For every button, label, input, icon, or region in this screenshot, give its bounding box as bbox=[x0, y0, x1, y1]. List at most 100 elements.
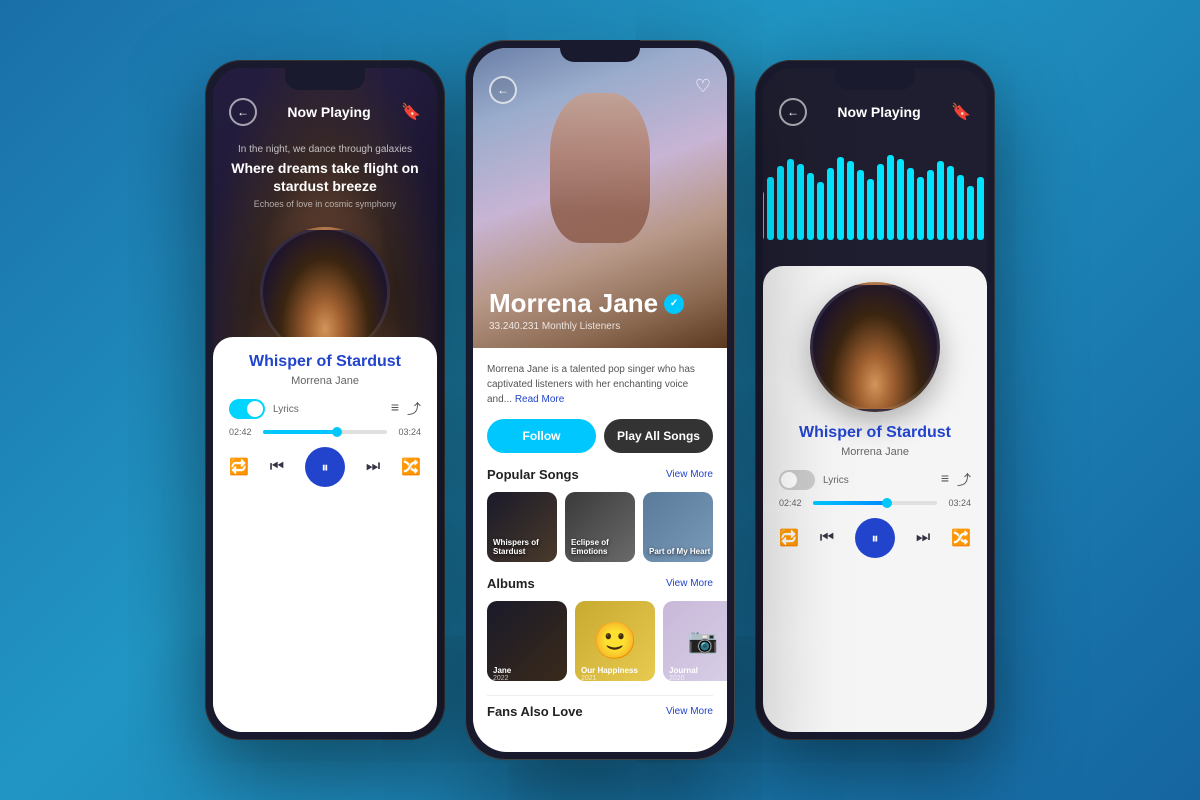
back-button-right[interactable]: ← bbox=[779, 98, 807, 126]
artist-name-text: Morrena Jane bbox=[489, 288, 658, 319]
progress-dot-left bbox=[332, 427, 342, 437]
song-title-3: Part of My Heart bbox=[649, 547, 710, 556]
waveform-bar-24 bbox=[967, 186, 974, 240]
popular-songs-title: Popular Songs bbox=[487, 467, 579, 482]
progress-row-right: 02:42 03:24 bbox=[779, 498, 971, 508]
next-button-right[interactable]: ⏭ bbox=[916, 529, 930, 547]
shuffle-button-right[interactable]: 🔀 bbox=[951, 528, 971, 548]
albums-title: Albums bbox=[487, 576, 535, 591]
lyric-line1: In the night, we dance through galaxies bbox=[229, 144, 421, 155]
player-bottom-right: Whisper of Stardust Morrena Jane Lyrics … bbox=[763, 266, 987, 732]
lyrics-label-left: Lyrics bbox=[273, 404, 299, 415]
controls-row-left: 🔁 ⏮ ⏸ ⏭ 🔀 bbox=[229, 447, 421, 487]
back-button-left[interactable]: ← bbox=[229, 98, 257, 126]
action-buttons: Follow Play All Songs bbox=[487, 419, 713, 453]
album-title-journal: Journal bbox=[669, 666, 698, 675]
toggle-group-right: Lyrics bbox=[779, 470, 849, 490]
album-title-jane: Jane bbox=[493, 666, 511, 675]
fans-view-more[interactable]: View More bbox=[666, 706, 713, 717]
progress-dot-right bbox=[882, 498, 892, 508]
lyrics-toggle-left[interactable] bbox=[229, 399, 265, 419]
queue-icon-right[interactable]: ≡ bbox=[941, 470, 949, 490]
phone-center: ← ♡ Morrena Jane ✓ 33.240.231 Monthly Li… bbox=[465, 40, 735, 760]
read-more-link[interactable]: Read More bbox=[515, 394, 564, 405]
lyrics-toggle-row-right: Lyrics ≡ ⤴ bbox=[779, 470, 971, 490]
shuffle-button-left[interactable]: 🔀 bbox=[401, 457, 421, 477]
verified-badge: ✓ bbox=[664, 294, 684, 314]
heart-icon-center[interactable]: ♡ bbox=[695, 76, 711, 104]
waveform-bar-12 bbox=[847, 161, 854, 240]
repeat-button-left[interactable]: 🔁 bbox=[229, 457, 249, 477]
bookmark-icon-left[interactable]: 🔖 bbox=[401, 102, 421, 122]
bookmark-icon-right[interactable]: 🔖 bbox=[951, 102, 971, 122]
follow-button[interactable]: Follow bbox=[487, 419, 596, 453]
queue-icon-left[interactable]: ≡ bbox=[391, 399, 399, 419]
album-journal[interactable]: 📷 Journal 2020 bbox=[663, 601, 727, 681]
artist-header-section: ← ♡ Morrena Jane ✓ 33.240.231 Monthly Li… bbox=[473, 48, 727, 348]
lyrics-label-right: Lyrics bbox=[823, 475, 849, 486]
waveform-bar-13 bbox=[857, 170, 864, 240]
waveform-bar-14 bbox=[867, 179, 874, 240]
notch-left bbox=[285, 68, 365, 90]
lyrics-section-left: In the night, we dance through galaxies … bbox=[213, 136, 437, 217]
progress-bar-left[interactable] bbox=[263, 430, 387, 434]
play-all-button[interactable]: Play All Songs bbox=[604, 419, 713, 453]
song-card-3[interactable]: Part of My Heart bbox=[643, 492, 713, 562]
share-icon-right[interactable]: ⤴ bbox=[957, 470, 971, 490]
artist-main-name: Morrena Jane ✓ bbox=[489, 288, 711, 319]
back-button-center[interactable]: ← bbox=[489, 76, 517, 104]
lyrics-toggle-row-left: Lyrics ≡ ⤴ bbox=[229, 399, 421, 419]
now-playing-screen-left: ← Now Playing 🔖 In the night, we dance t… bbox=[213, 68, 437, 732]
song-card-2[interactable]: Eclipse ofEmotions bbox=[565, 492, 635, 562]
song-title-1: Whispers ofStardust bbox=[493, 538, 539, 556]
repeat-button-right[interactable]: 🔁 bbox=[779, 528, 799, 548]
waveform-bar-26 bbox=[987, 166, 988, 240]
album-jane[interactable]: Jane 2022 bbox=[487, 601, 567, 681]
waveform-bar-17 bbox=[897, 159, 904, 240]
waveform-bar-15 bbox=[877, 164, 884, 241]
album-happiness[interactable]: 🙂 Our Happiness 2021 bbox=[575, 601, 655, 681]
song-title-right: Whisper of Stardust bbox=[779, 424, 971, 442]
toggle-right-right: ≡ ⤴ bbox=[941, 470, 971, 490]
notch-right bbox=[835, 68, 915, 90]
back-icon-right: ← bbox=[787, 105, 799, 119]
artist-info: Morrena Jane ✓ 33.240.231 Monthly Listen… bbox=[489, 288, 711, 332]
phone-left: ← Now Playing 🔖 In the night, we dance t… bbox=[205, 60, 445, 740]
toggle-group-left: Lyrics bbox=[229, 399, 299, 419]
popular-songs-view-more[interactable]: View More bbox=[666, 469, 713, 480]
next-button-left[interactable]: ⏭ bbox=[366, 458, 380, 476]
notch-center bbox=[560, 48, 640, 62]
pause-button-left[interactable]: ⏸ bbox=[305, 447, 345, 487]
albums-row: Jane 2022 🙂 Our Happiness 2021 📷 Journal… bbox=[487, 601, 713, 681]
waveform-bar-23 bbox=[957, 175, 964, 240]
album-year-happiness: 2021 bbox=[581, 675, 597, 681]
songs-grid: Whispers ofStardust Eclipse ofEmotions P… bbox=[487, 492, 713, 562]
progress-fill-right bbox=[813, 501, 887, 505]
progress-fill-left bbox=[263, 430, 337, 434]
artist-bio: Morrena Jane is a talented pop singer wh… bbox=[487, 362, 713, 407]
albums-view-more[interactable]: View More bbox=[666, 578, 713, 589]
waveform-bar-3 bbox=[763, 191, 764, 241]
lyrics-toggle-right[interactable] bbox=[779, 470, 815, 490]
waveform-bar-4 bbox=[767, 177, 774, 240]
song-title-left: Whisper of Stardust bbox=[229, 353, 421, 371]
popular-songs-header: Popular Songs View More bbox=[487, 467, 713, 482]
waveform-bar-10 bbox=[827, 168, 834, 240]
album-circle-right bbox=[810, 282, 940, 412]
song-card-1[interactable]: Whispers ofStardust bbox=[487, 492, 557, 562]
share-icon-left[interactable]: ⤴ bbox=[407, 399, 421, 419]
waveform-bar-21 bbox=[937, 161, 944, 240]
prev-button-left[interactable]: ⏮ bbox=[270, 458, 284, 476]
album-year-journal: 2020 bbox=[669, 675, 685, 681]
back-icon-center: ← bbox=[497, 83, 509, 97]
prev-button-right[interactable]: ⏮ bbox=[820, 529, 834, 547]
time-total-right: 03:24 bbox=[943, 498, 971, 508]
waveform-bar-5 bbox=[777, 166, 784, 240]
waveform-bar-6 bbox=[787, 159, 794, 240]
monthly-listeners: 33.240.231 Monthly Listeners bbox=[489, 321, 711, 332]
waveform-bar-25 bbox=[977, 177, 984, 240]
song-title-2: Eclipse ofEmotions bbox=[571, 538, 609, 556]
progress-bar-right[interactable] bbox=[813, 501, 937, 505]
pause-button-right[interactable]: ⏸ bbox=[855, 518, 895, 558]
fans-title: Fans Also Love bbox=[487, 704, 583, 719]
